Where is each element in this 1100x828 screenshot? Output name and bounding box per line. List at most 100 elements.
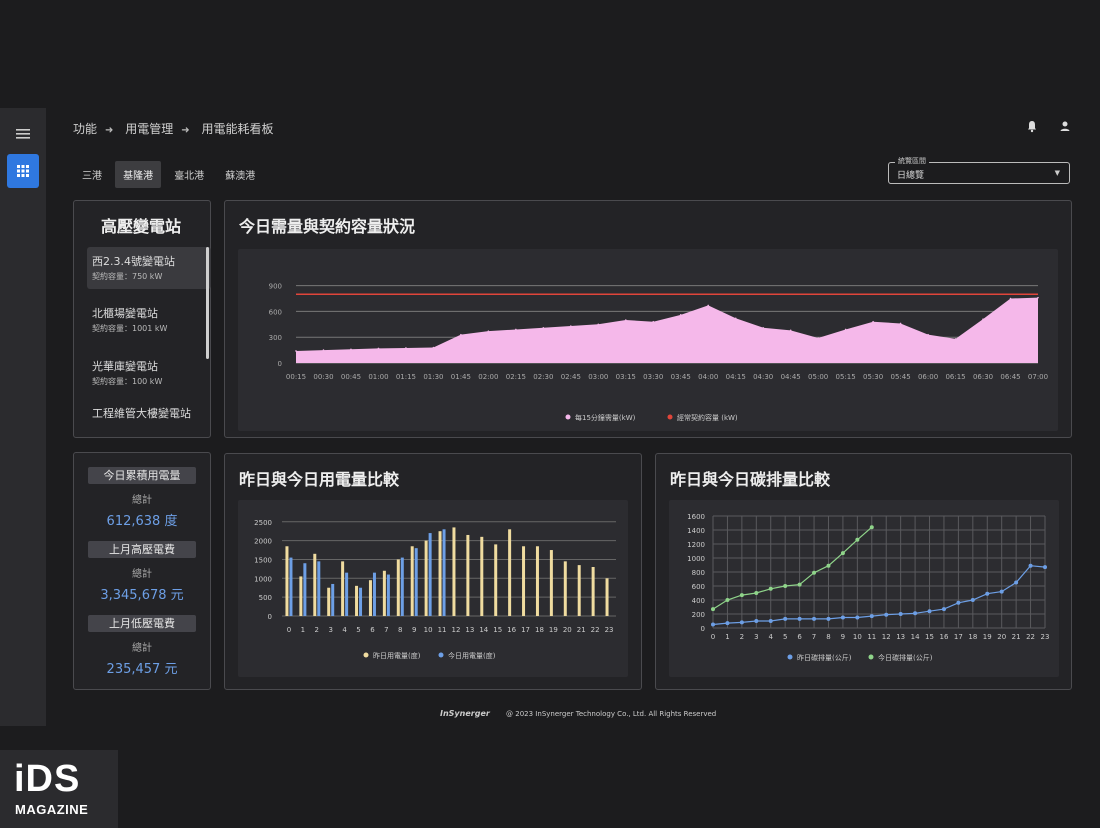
line-point	[970, 598, 975, 602]
tab-taipei[interactable]: 臺北港	[166, 161, 212, 188]
x-tick-label: 22	[591, 626, 600, 634]
bar-yesterday	[535, 546, 539, 616]
period-select[interactable]: 統覽區間 日總覽 ▼	[888, 156, 1070, 184]
x-tick-label: 7	[384, 626, 388, 634]
line-point	[884, 612, 889, 617]
x-tick-label: 04:45	[781, 373, 801, 381]
y-tick-label: 1000	[254, 575, 272, 583]
x-tick-label: 17	[954, 633, 963, 641]
line-point	[783, 616, 788, 621]
x-tick-label: 3	[328, 626, 332, 634]
x-tick-label: 8	[398, 626, 402, 634]
carbon-chart: 020040060080010001200140016000 1 2 3 4 5 6 7 8 9 1…	[687, 513, 1049, 662]
bar-yesterday	[285, 546, 289, 616]
bar-yesterday	[299, 576, 303, 616]
substation-item[interactable]: 光華庫變電站 契約容量：100 kW	[87, 352, 211, 394]
tab-suao[interactable]: 蘇澳港	[217, 161, 263, 188]
menu-icon[interactable]	[14, 126, 32, 142]
apps-grid-button[interactable]	[7, 154, 39, 188]
legend-marker	[787, 654, 793, 660]
demand-point	[350, 348, 352, 351]
tab-all-ports[interactable]: 三港	[74, 161, 110, 188]
demand-point	[1037, 296, 1039, 299]
bar-yesterday	[368, 580, 372, 616]
substation-panel: 高壓變電站 西2.3.4號變電站 契約容量：750 kW 北櫃場變電站 契約容量…	[73, 200, 211, 438]
user-icon[interactable]	[1058, 118, 1072, 132]
y-tick-label: 500	[259, 594, 272, 602]
logo-subtext: MAGAZINE	[15, 802, 89, 817]
line-point	[768, 619, 773, 623]
x-tick-label: 06:30	[973, 373, 993, 381]
demand-point	[597, 323, 600, 326]
x-tick-label: 01:15	[396, 373, 416, 381]
x-tick-label: 4	[342, 626, 347, 634]
x-tick-label: 9	[841, 633, 845, 641]
kpi-value: 235,457 元	[106, 662, 178, 677]
x-tick-label: 03:30	[643, 373, 663, 381]
x-tick-label: 03:45	[671, 373, 691, 381]
scrollbar[interactable]	[206, 247, 209, 359]
line-point	[826, 616, 831, 621]
legend-label: 每15分鐘需量(kW)	[575, 413, 636, 422]
substation-item[interactable]: 工程維管大樓變電站	[87, 399, 211, 441]
substation-item[interactable]: 北櫃場變電站 契約容量：1001 kW	[87, 299, 211, 341]
kpi-label: 上月高壓電費	[88, 541, 196, 558]
x-tick-label: 13	[465, 626, 474, 634]
legend-marker	[667, 414, 673, 420]
breadcrumb-item[interactable]: 功能	[73, 122, 97, 136]
legend-marker	[363, 652, 369, 658]
period-select-label: 統覽區間	[895, 156, 929, 166]
x-tick-label: 1	[725, 633, 729, 641]
line-point	[1014, 580, 1019, 585]
y-tick-label: 900	[269, 283, 282, 291]
bar-today	[289, 557, 293, 616]
line-point	[985, 591, 990, 596]
port-tabs: 三港 基隆港 臺北港 蘇澳港	[74, 161, 263, 188]
carbon-chart-area: 0 200 400 600 800 1000 1200 1400 1600 0 1 2 3 4 5 6 7 8 9 1…	[669, 500, 1059, 677]
x-tick-label: 14	[479, 626, 488, 634]
line-point	[1043, 565, 1047, 570]
x-tick-label: 17	[521, 626, 530, 634]
x-tick-label: 21	[1012, 633, 1021, 641]
caret-down-icon: ▼	[1054, 169, 1060, 177]
substation-capacity: 契約容量：100 kW	[92, 377, 163, 386]
line-point	[898, 612, 903, 616]
x-tick-label: 07:00	[1028, 373, 1048, 381]
ids-magazine-logo: iDS MAGAZINE	[0, 750, 118, 828]
demand-point	[982, 318, 984, 320]
tab-keelung[interactable]: 基隆港	[115, 161, 162, 188]
bar-today	[414, 548, 418, 616]
x-tick-label: 00:15	[286, 373, 306, 381]
x-tick-label: 16	[939, 633, 948, 641]
substation-panel-title: 高壓變電站	[101, 217, 182, 236]
kpi-label: 上月低壓電費	[88, 615, 196, 632]
demand-chart: 0 300 600 900 00:15 00:30 00:45 01:00 01:15 01:30…	[269, 283, 1048, 422]
bar-today	[303, 563, 307, 616]
bar-yesterday	[549, 550, 553, 616]
x-tick-label: 21	[577, 626, 586, 634]
line-point	[725, 598, 730, 602]
bar-yesterday	[494, 544, 498, 616]
line-point	[869, 614, 874, 619]
x-tick-label: 06:45	[1000, 373, 1020, 381]
breadcrumb-item[interactable]: 用電管理	[125, 122, 173, 136]
bar-yesterday	[327, 587, 331, 616]
substation-name: 北櫃場變電站	[92, 307, 158, 320]
substation-item[interactable]: 西2.3.4號變電站 契約容量：750 kW	[87, 247, 211, 289]
demand-point	[817, 337, 819, 339]
bell-icon[interactable]	[1025, 118, 1039, 133]
x-tick-label: 18	[535, 626, 544, 634]
line-point	[739, 620, 744, 625]
bar-yesterday	[480, 536, 484, 616]
x-tick-label: 04:15	[726, 373, 746, 381]
x-tick-label: 16	[507, 626, 516, 634]
demand-point	[927, 333, 929, 336]
demand-point	[872, 320, 874, 323]
x-tick-label: 02:30	[533, 373, 553, 381]
x-tick-label: 01:00	[368, 373, 388, 381]
demand-point	[377, 347, 380, 350]
y-tick-label: 1400	[687, 527, 705, 535]
line-point	[826, 563, 831, 568]
y-tick-label: 600	[692, 583, 705, 591]
substation-capacity: 契約容量：1001 kW	[92, 324, 168, 333]
